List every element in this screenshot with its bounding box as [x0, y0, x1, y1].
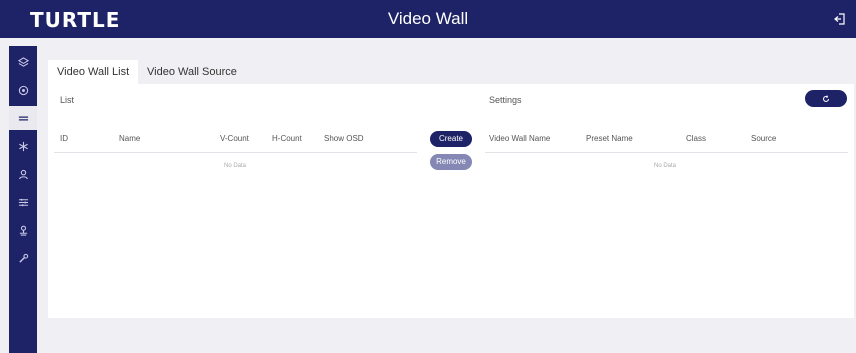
sliders-icon: [18, 198, 28, 206]
sidebar-item-admin[interactable]: [9, 218, 37, 242]
sidebar: [9, 46, 37, 353]
sidebar-item-user[interactable]: [9, 162, 37, 186]
top-bar: TURTLE Video Wall: [0, 0, 856, 38]
remove-button[interactable]: Remove: [430, 154, 472, 170]
refresh-icon: [823, 94, 829, 102]
list-section-label: List: [60, 95, 75, 105]
sidebar-item-stack[interactable]: [9, 50, 37, 74]
column-header-id[interactable]: ID: [60, 134, 68, 143]
network-icon: [18, 141, 28, 151]
column-header-name[interactable]: Name: [119, 134, 140, 143]
user-icon: [18, 169, 28, 179]
create-button[interactable]: Create: [430, 131, 472, 147]
sidebar-item-target[interactable]: [9, 78, 37, 102]
column-header-v-count[interactable]: V-Count: [220, 134, 249, 143]
list-empty-text: No Data: [224, 163, 247, 169]
sidebar-item-network[interactable]: [9, 134, 37, 158]
tab-video-wall-source[interactable]: Video Wall Source: [138, 60, 246, 84]
sidebar-item-settings[interactable]: [9, 190, 37, 214]
column-header-video-wall-name[interactable]: Video Wall Name: [489, 134, 550, 143]
settings-section-label: Settings: [489, 95, 522, 105]
column-header-class[interactable]: Class: [686, 134, 706, 143]
column-header-h-count[interactable]: H-Count: [272, 134, 302, 143]
list-header-divider: [54, 152, 417, 153]
sidebar-item-tools[interactable]: [9, 246, 37, 270]
tab-video-wall-list[interactable]: Video Wall List: [48, 60, 139, 84]
settings-empty-text: No Data: [654, 163, 677, 169]
target-icon: [18, 85, 28, 95]
grid-icon: [18, 116, 28, 120]
column-header-show-osd[interactable]: Show OSD: [324, 134, 364, 143]
stack-icon: [17, 56, 29, 67]
refresh-button[interactable]: [805, 90, 847, 107]
logout-icon[interactable]: [834, 13, 846, 25]
sidebar-item-video-wall[interactable]: [9, 106, 37, 130]
page-title: Video Wall: [387, 9, 469, 28]
column-header-preset-name[interactable]: Preset Name: [586, 134, 633, 143]
main-panel: List ID Name V-Count H-Count Show OSD No…: [48, 84, 854, 318]
settings-header-divider: [485, 152, 848, 153]
admin-icon: [19, 225, 27, 236]
wrench-icon: [18, 253, 28, 263]
column-header-source[interactable]: Source: [751, 134, 776, 143]
